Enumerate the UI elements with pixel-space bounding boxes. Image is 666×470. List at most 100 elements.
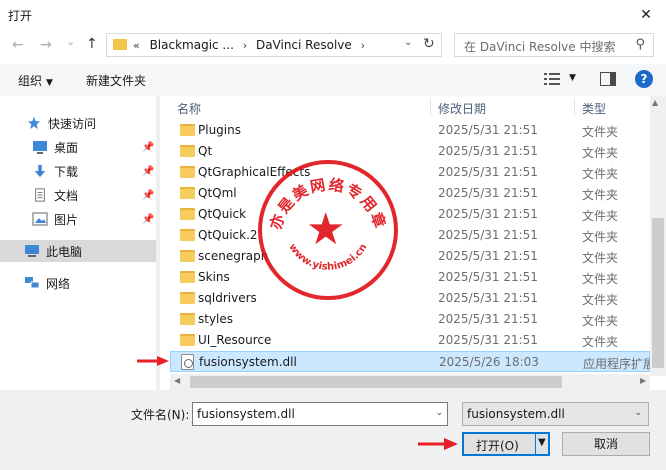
filename-field[interactable]: fusionsystem.dll ⌄	[192, 402, 448, 426]
folder-icon	[113, 39, 127, 50]
folder-icon	[180, 145, 195, 157]
preview-pane-icon[interactable]	[600, 72, 616, 86]
chevron-right-icon[interactable]: ›	[361, 39, 365, 52]
file-date: 2025/5/26 18:03	[439, 355, 539, 369]
picture-icon	[32, 212, 48, 226]
horizontal-scroll-thumb[interactable]	[190, 376, 562, 388]
file-row[interactable]: sqldrivers 2025/5/31 21:51 文件夹	[170, 288, 650, 309]
sidebar-item-documents[interactable]: 文档 📌	[0, 184, 156, 206]
up-button[interactable]: ↑	[86, 36, 98, 52]
document-icon	[35, 188, 45, 202]
filetype-value: fusionsystem.dll	[467, 407, 565, 421]
chevron-down-icon[interactable]: ⌄	[435, 408, 443, 418]
column-divider[interactable]	[430, 98, 431, 116]
watermark-stamp: 亦是美网络专用章 www.yishimei.cn ★	[258, 160, 398, 300]
open-options-dropdown-icon[interactable]: ▼	[538, 437, 546, 448]
file-type: 文件夹	[582, 188, 619, 202]
scroll-right-icon[interactable]: ▶	[640, 376, 646, 385]
vertical-scroll-thumb[interactable]	[652, 218, 664, 368]
sidebar-item-pictures[interactable]: 图片 📌	[0, 208, 156, 230]
help-icon[interactable]: ?	[635, 70, 653, 88]
filename-label: 文件名(N):	[131, 408, 190, 422]
navigation-pane-scrollbar[interactable]	[156, 96, 160, 390]
file-row[interactable]: Skins 2025/5/31 21:51 文件夹	[170, 267, 650, 288]
forward-button[interactable]: →	[40, 37, 52, 53]
title-bar: 打开 ✕	[0, 0, 666, 30]
scroll-left-icon[interactable]: ◀	[174, 376, 180, 385]
scroll-up-icon[interactable]: ▲	[652, 98, 658, 107]
file-type: 应用程序扩展	[583, 357, 656, 371]
sidebar-item-downloads[interactable]: 下载 📌	[0, 160, 156, 182]
folder-icon	[180, 187, 195, 199]
file-row[interactable]: Plugins 2025/5/31 21:51 文件夹	[170, 120, 650, 141]
open-button-label: 打开(O)	[476, 439, 519, 453]
file-row[interactable]: styles 2025/5/31 21:51 文件夹	[170, 309, 650, 330]
pin-icon: 📌	[142, 213, 155, 225]
folder-icon	[180, 313, 195, 325]
organize-label: 组织	[18, 74, 43, 88]
file-row[interactable]: Qt 2025/5/31 21:51 文件夹	[170, 141, 650, 162]
sidebar-item-quick-access[interactable]: 快速访问	[0, 112, 156, 134]
recent-locations-button[interactable]: ⌄	[66, 35, 75, 48]
file-date: 2025/5/31 21:51	[438, 207, 538, 221]
download-icon	[34, 164, 46, 178]
breadcrumb-item[interactable]: DaVinci Resolve	[256, 38, 352, 52]
pin-icon: 📌	[142, 189, 155, 201]
file-type: 文件夹	[582, 125, 619, 139]
file-type: 文件夹	[582, 146, 619, 160]
chevron-down-icon: ⌄	[634, 408, 642, 418]
filename-value[interactable]: fusionsystem.dll	[197, 407, 295, 421]
dll-file-icon	[181, 354, 194, 370]
file-row[interactable]: fusionsystem.dll 2025/5/26 18:03 应用程序扩展	[170, 351, 655, 372]
file-row[interactable]: QtQuick.2 2025/5/31 21:51 文件夹	[170, 225, 650, 246]
file-name: QtQuick	[198, 207, 247, 221]
sidebar-item-label: 文档	[54, 188, 79, 203]
window-title: 打开	[8, 9, 33, 23]
new-folder-button[interactable]: 新建文件夹	[86, 72, 146, 89]
close-button[interactable]: ✕	[626, 0, 666, 30]
file-row[interactable]: scenegraph 2025/5/31 21:51 文件夹	[170, 246, 650, 267]
file-row[interactable]: QtQml 2025/5/31 21:51 文件夹	[170, 183, 650, 204]
back-button[interactable]: ←	[12, 37, 24, 53]
file-type: 文件夹	[582, 314, 619, 328]
open-button[interactable]: 打开(O) ▼	[462, 432, 550, 456]
file-name: sqldrivers	[198, 291, 257, 305]
address-dropdown-icon[interactable]: ⌄	[404, 37, 412, 48]
breadcrumb-overflow[interactable]: «	[133, 39, 140, 52]
file-date: 2025/5/31 21:51	[438, 291, 538, 305]
folder-icon	[180, 229, 195, 241]
sidebar-item-label: 下载	[54, 164, 79, 179]
column-header-date[interactable]: 修改日期	[438, 100, 486, 117]
file-row[interactable]: QtGraphicalEffects 2025/5/31 21:51 文件夹	[170, 162, 650, 183]
column-header-type[interactable]: 类型	[582, 100, 606, 117]
file-name: QtQuick.2	[198, 228, 258, 242]
star-icon: ★	[306, 204, 346, 255]
chevron-right-icon[interactable]: ›	[243, 39, 247, 52]
file-row[interactable]: UI_Resource 2025/5/31 21:51 文件夹	[170, 330, 650, 351]
breadcrumb: « Blackmagic ... › DaVinci Resolve ›	[133, 38, 365, 52]
organize-button[interactable]: 组织 ▼	[18, 72, 53, 89]
split-divider	[535, 434, 536, 454]
folder-icon	[180, 271, 195, 283]
search-box[interactable]: 在 DaVinci Resolve 中搜索 ⚲	[454, 33, 654, 57]
sidebar-item-network[interactable]: 网络	[0, 272, 156, 294]
search-input[interactable]: 在 DaVinci Resolve 中搜索	[464, 38, 615, 55]
sidebar-item-this-pc[interactable]: 此电脑	[0, 240, 156, 262]
breadcrumb-item[interactable]: Blackmagic ...	[150, 38, 234, 52]
column-header-name[interactable]: 名称	[177, 100, 201, 117]
folder-icon	[180, 334, 195, 346]
file-row[interactable]: QtQuick 2025/5/31 21:51 文件夹	[170, 204, 650, 225]
column-divider[interactable]	[574, 98, 575, 116]
view-dropdown-icon[interactable]: ▼	[569, 73, 576, 83]
folder-icon	[180, 250, 195, 262]
file-date: 2025/5/31 21:51	[438, 333, 538, 347]
computer-icon	[25, 245, 39, 257]
cancel-button[interactable]: 取消	[562, 432, 650, 456]
sidebar-item-desktop[interactable]: 桌面 📌	[0, 136, 156, 158]
sidebar-item-label: 快速访问	[48, 116, 97, 131]
filetype-select[interactable]: fusionsystem.dll ⌄	[462, 402, 649, 426]
file-name: UI_Resource	[198, 333, 272, 347]
view-options-icon[interactable]	[544, 72, 560, 86]
address-bar[interactable]: « Blackmagic ... › DaVinci Resolve › ⌄ ↻	[106, 33, 442, 57]
refresh-icon[interactable]: ↻	[423, 36, 435, 52]
